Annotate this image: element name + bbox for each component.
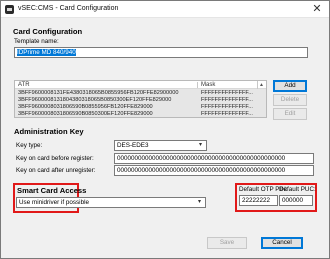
chevron-down-icon: ▾ (198, 142, 202, 148)
key-after-unregister-label: Key on card after unregister: (16, 167, 96, 174)
key-type-value: DES-EDE3 (117, 142, 149, 149)
template-name-label: Template name: (14, 38, 59, 45)
card-configuration-window: vSEC:CMS - Card Configuration ✕ Card Con… (0, 0, 330, 259)
key-before-register-label: Key on card before register: (16, 155, 94, 162)
key-before-register-input[interactable]: 0000000000000000000000000000000000000000… (114, 153, 314, 164)
administration-key-heading: Administration Key (14, 127, 84, 136)
mask-cell: FFFFFFFFFFFFFF... (201, 104, 253, 110)
template-name-value: IDPrime MD 840/940 (17, 49, 76, 56)
app-icon (5, 5, 14, 14)
default-puc-input[interactable]: 000000 (279, 195, 313, 206)
smart-card-access-select[interactable]: Use minidriver if possible ▾ (16, 197, 206, 208)
column-header-mask[interactable]: Mask (201, 81, 215, 89)
atr-cell: 3BFF9600008131FE4380318065B0855956FB120F… (18, 90, 179, 96)
cancel-button[interactable]: Cancel (261, 237, 303, 249)
delete-button[interactable]: Delete (273, 94, 307, 106)
key-type-label: Key type: (16, 142, 43, 149)
edit-button[interactable]: Edit (273, 108, 307, 120)
title-bar[interactable]: vSEC:CMS - Card Configuration ✕ (1, 1, 329, 18)
table-row[interactable]: 3BFF9600008131804380318065B0850300EF120F… (15, 97, 266, 104)
add-button[interactable]: Add (273, 80, 307, 92)
key-after-unregister-input[interactable]: 0000000000000000000000000000000000000000… (114, 165, 314, 176)
window-title: vSEC:CMS - Card Configuration (18, 5, 119, 12)
default-puc-label: Default PUC: (279, 186, 316, 193)
sort-ascending-icon[interactable]: ▲ (257, 81, 265, 89)
table-row[interactable]: 3BFF9600008131FE4380318065B0855956FB120F… (15, 90, 266, 97)
mask-cell: FFFFFFFFFFFFFF... (201, 90, 253, 96)
mask-cell: FFFFFFFFFFFFFF... (201, 97, 253, 103)
smart-card-access-heading: Smart Card Access (17, 186, 87, 195)
atr-cell: 3BFF9600008031806590B0850300EF120FFE8290… (18, 111, 153, 117)
save-button[interactable]: Save (207, 237, 247, 249)
template-name-input[interactable]: IDPrime MD 840/940 (14, 47, 308, 58)
mask-cell: FFFFFFFFFFFFFF... (201, 111, 253, 117)
atr-cell: 3BFF9600008131804380318065B0850300EF120F… (18, 97, 172, 103)
key-type-select[interactable]: DES-EDE3 ▾ (114, 140, 207, 151)
smart-card-access-value: Use minidriver if possible (19, 199, 89, 206)
default-otp-pin-input[interactable]: 22222222 (239, 195, 278, 206)
close-icon[interactable]: ✕ (310, 2, 324, 16)
atr-list[interactable]: ATR Mask ▲ 3BFF9600008131FE4380318065B08… (14, 80, 267, 118)
atr-cell: 3BFF9600008031806590B0855956FB120FFE8290… (18, 104, 153, 110)
table-row[interactable]: 3BFF9600008031806590B0855956FB120FFE8290… (15, 104, 266, 111)
chevron-down-icon: ▾ (197, 199, 201, 205)
column-header-atr[interactable]: ATR (18, 81, 30, 89)
atr-list-header: ATR Mask ▲ (15, 81, 266, 89)
column-divider[interactable] (197, 82, 198, 88)
table-row[interactable]: 3BFF9600008031806590B0850300EF120FFE8290… (15, 111, 266, 117)
card-configuration-heading: Card Configuration (13, 27, 83, 36)
